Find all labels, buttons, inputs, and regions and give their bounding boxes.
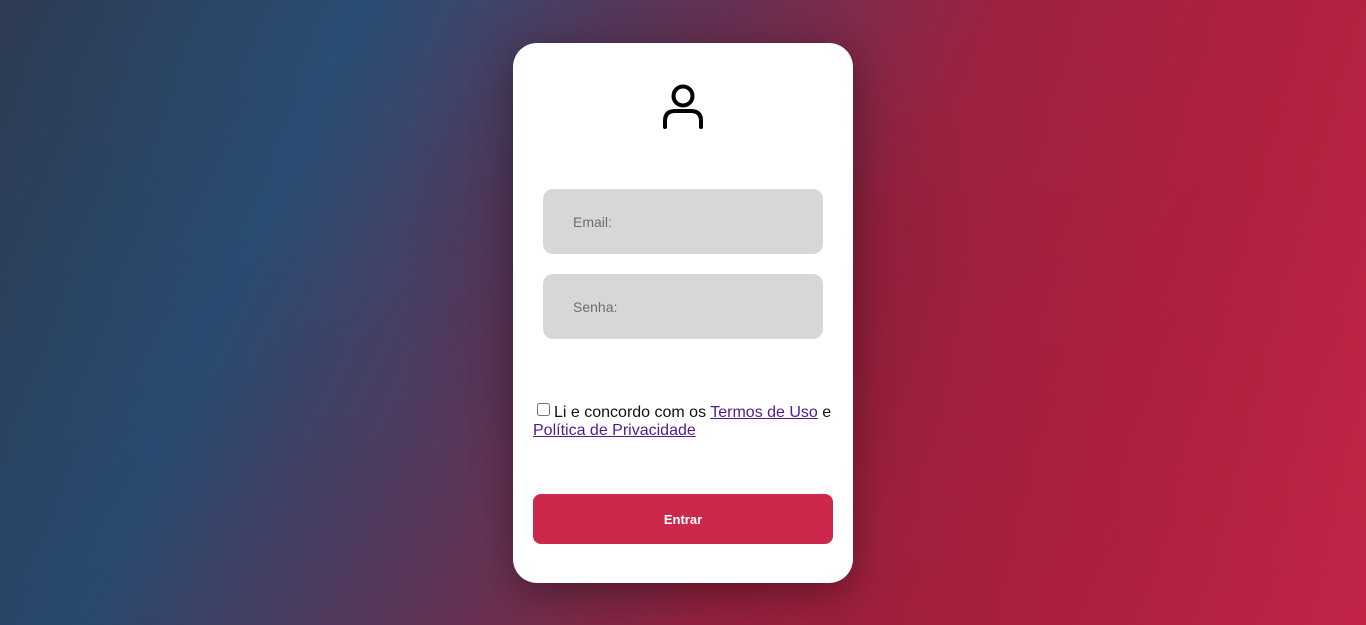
terms-checkbox[interactable]	[537, 403, 550, 416]
login-card: Li e concordo com os Termos de Uso e Pol…	[513, 43, 853, 583]
login-button[interactable]: Entrar	[533, 494, 833, 544]
terms-agreement: Li e concordo com os Termos de Uso e Pol…	[533, 403, 833, 440]
email-input[interactable]	[543, 189, 823, 254]
user-icon	[663, 84, 703, 129]
password-input[interactable]	[543, 274, 823, 339]
terms-of-use-link[interactable]: Termos de Uso	[710, 404, 818, 421]
privacy-policy-link[interactable]: Política de Privacidade	[533, 422, 696, 439]
terms-prefix-text: Li e concordo com os	[554, 404, 707, 421]
terms-joiner-text: e	[822, 404, 832, 421]
